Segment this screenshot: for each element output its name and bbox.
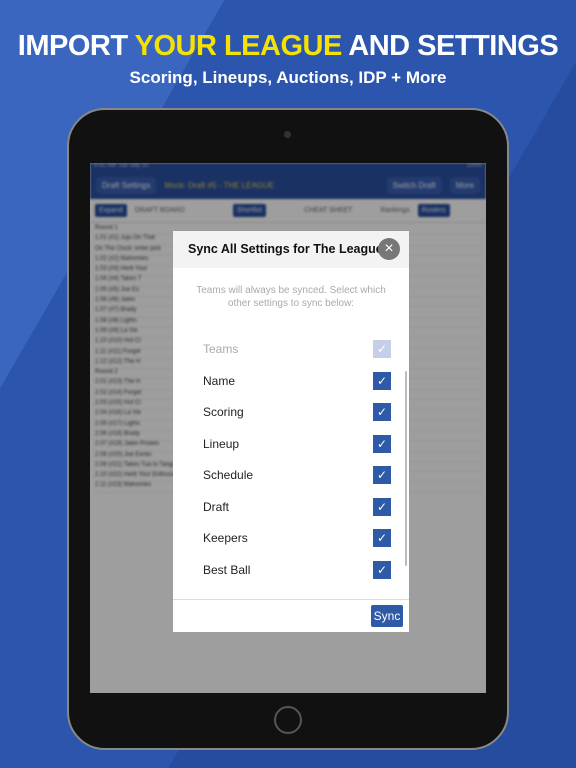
modal-footer-divider	[173, 599, 409, 600]
option-label: Best Ball	[203, 562, 251, 577]
sync-option-name[interactable]: Name ✓	[203, 371, 391, 391]
option-label: Teams	[203, 342, 239, 356]
modal-header: Sync All Settings for The League ×	[173, 231, 409, 268]
app-screen: 9:41 AM Tue Sep 10 100% Draft Settings Mo…	[90, 163, 486, 693]
modal-description: Teams will always be synced. Select whic…	[196, 285, 386, 309]
headline-highlight: YOUR LEAGUE	[134, 30, 343, 62]
checkbox-checked-icon[interactable]: ✓	[373, 529, 391, 547]
sync-option-lineup[interactable]: Lineup ✓	[203, 434, 391, 454]
sync-option-best-ball[interactable]: Best Ball ✓	[203, 560, 391, 580]
option-label: Draft	[203, 499, 230, 514]
option-label: Lineup	[203, 436, 240, 451]
headline-text-end: AND SETTINGS	[341, 30, 559, 62]
checkbox-checked-icon[interactable]: ✓	[373, 560, 391, 579]
close-icon[interactable]: ×	[378, 238, 400, 260]
camera-icon	[284, 131, 291, 138]
modal-title: Sync All Settings for The League	[188, 242, 383, 256]
option-label: Schedule	[203, 468, 254, 482]
promo-subtitle: Scoring, Lineups, Auctions, IDP + More	[129, 68, 447, 87]
sync-settings-modal: Sync All Settings for The League × Teams…	[173, 231, 409, 632]
checkbox-checked-icon[interactable]: ✓	[373, 371, 391, 390]
scrollbar[interactable]	[405, 371, 407, 566]
headline-text: IMPORT	[17, 30, 135, 62]
sync-option-scoring[interactable]: Scoring ✓	[203, 402, 391, 422]
option-label: Name	[203, 373, 236, 388]
sync-button[interactable]: Sync	[371, 605, 403, 627]
option-label: Keepers	[203, 531, 248, 545]
sync-option-keepers[interactable]: Keepers ✓	[203, 528, 391, 548]
promo-headline: IMPORT YOUR LEAGUE AND SETTINGS	[0, 30, 576, 63]
checkbox-checked-icon[interactable]: ✓	[373, 497, 391, 516]
option-label: Scoring	[203, 405, 244, 419]
sync-option-teams[interactable]: Teams ✓	[203, 339, 391, 359]
checkbox-checked-icon[interactable]: ✓	[373, 434, 391, 453]
checkbox-checked-icon: ✓	[373, 340, 391, 358]
checkbox-checked-icon[interactable]: ✓	[373, 403, 391, 421]
sync-option-draft[interactable]: Draft ✓	[203, 497, 391, 517]
home-button[interactable]	[274, 706, 302, 734]
checkbox-checked-icon[interactable]: ✓	[373, 466, 391, 484]
sync-option-schedule[interactable]: Schedule ✓	[203, 465, 391, 485]
